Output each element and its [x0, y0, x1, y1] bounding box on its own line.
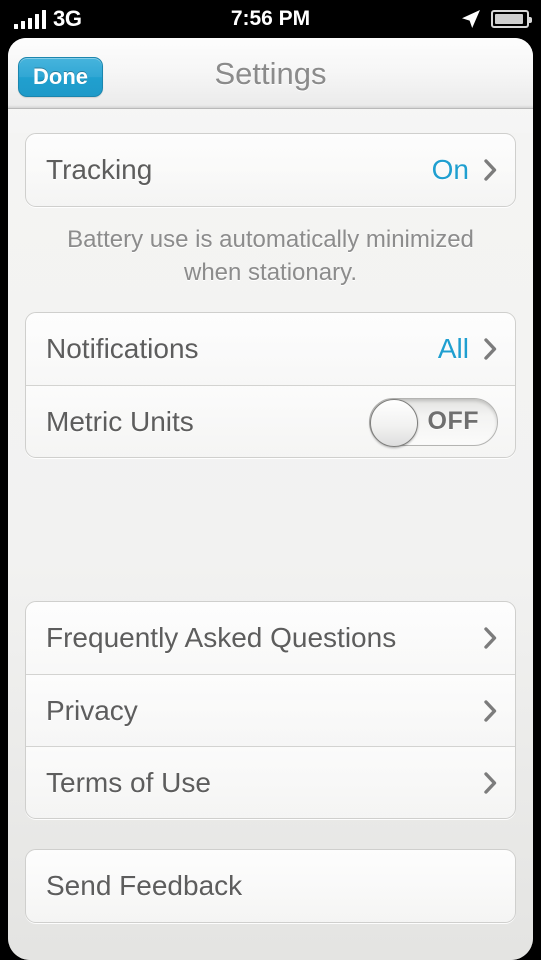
- row-label: Terms of Use: [46, 766, 211, 798]
- settings-group-feedback: Send Feedback: [25, 849, 516, 923]
- row-faq[interactable]: Frequently Asked Questions: [26, 602, 515, 674]
- row-value: All: [437, 333, 469, 364]
- row-label: Notifications: [46, 333, 199, 364]
- row-notifications[interactable]: Notifications All: [26, 313, 515, 385]
- settings-group-tracking: Tracking On: [25, 133, 516, 207]
- location-arrow-icon: [462, 10, 480, 28]
- row-label: Send Feedback: [46, 870, 243, 901]
- tracking-footer-note: Battery use is automatically minimized w…: [67, 226, 474, 286]
- row-tracking[interactable]: Tracking On: [26, 134, 515, 206]
- app-window: Done Settings Tracking On Battery use is…: [8, 38, 533, 960]
- row-value: On: [431, 154, 469, 185]
- settings-group-info: Frequently Asked Questions Privacy Terms…: [25, 601, 516, 819]
- row-label: Tracking: [46, 154, 153, 185]
- chevron-right-icon: [484, 627, 497, 649]
- chevron-right-icon: [484, 699, 497, 722]
- row-label: Metric Units: [46, 405, 194, 437]
- toggle-state-label: OFF: [427, 407, 479, 435]
- status-bar: 3G 7:56 PM: [0, 0, 541, 38]
- row-terms-of-use[interactable]: Terms of Use: [26, 746, 515, 818]
- settings-list: Tracking On Battery use is automatically…: [8, 133, 533, 960]
- settings-group-preferences: Notifications All Metric Units OFF: [25, 312, 516, 458]
- page-title: Settings: [214, 55, 327, 91]
- metric-units-toggle[interactable]: OFF: [369, 397, 498, 447]
- chevron-right-icon: [484, 159, 497, 181]
- navigation-bar: Done Settings: [8, 38, 533, 109]
- row-send-feedback[interactable]: Send Feedback: [26, 850, 515, 922]
- row-metric-units[interactable]: Metric Units OFF: [26, 385, 515, 457]
- battery-icon: [491, 10, 532, 28]
- phone-screen: 3G 7:56 PM Done Settings Tracking On Bat…: [0, 0, 541, 960]
- row-privacy[interactable]: Privacy: [26, 674, 515, 746]
- row-label: Privacy: [46, 694, 138, 726]
- chevron-right-icon: [484, 771, 497, 794]
- toggle-knob[interactable]: [370, 398, 418, 447]
- row-label: Frequently Asked Questions: [46, 622, 397, 653]
- chevron-right-icon: [484, 338, 497, 360]
- status-bar-clock: 7:56 PM: [230, 7, 311, 30]
- status-bar-right: [461, 0, 532, 38]
